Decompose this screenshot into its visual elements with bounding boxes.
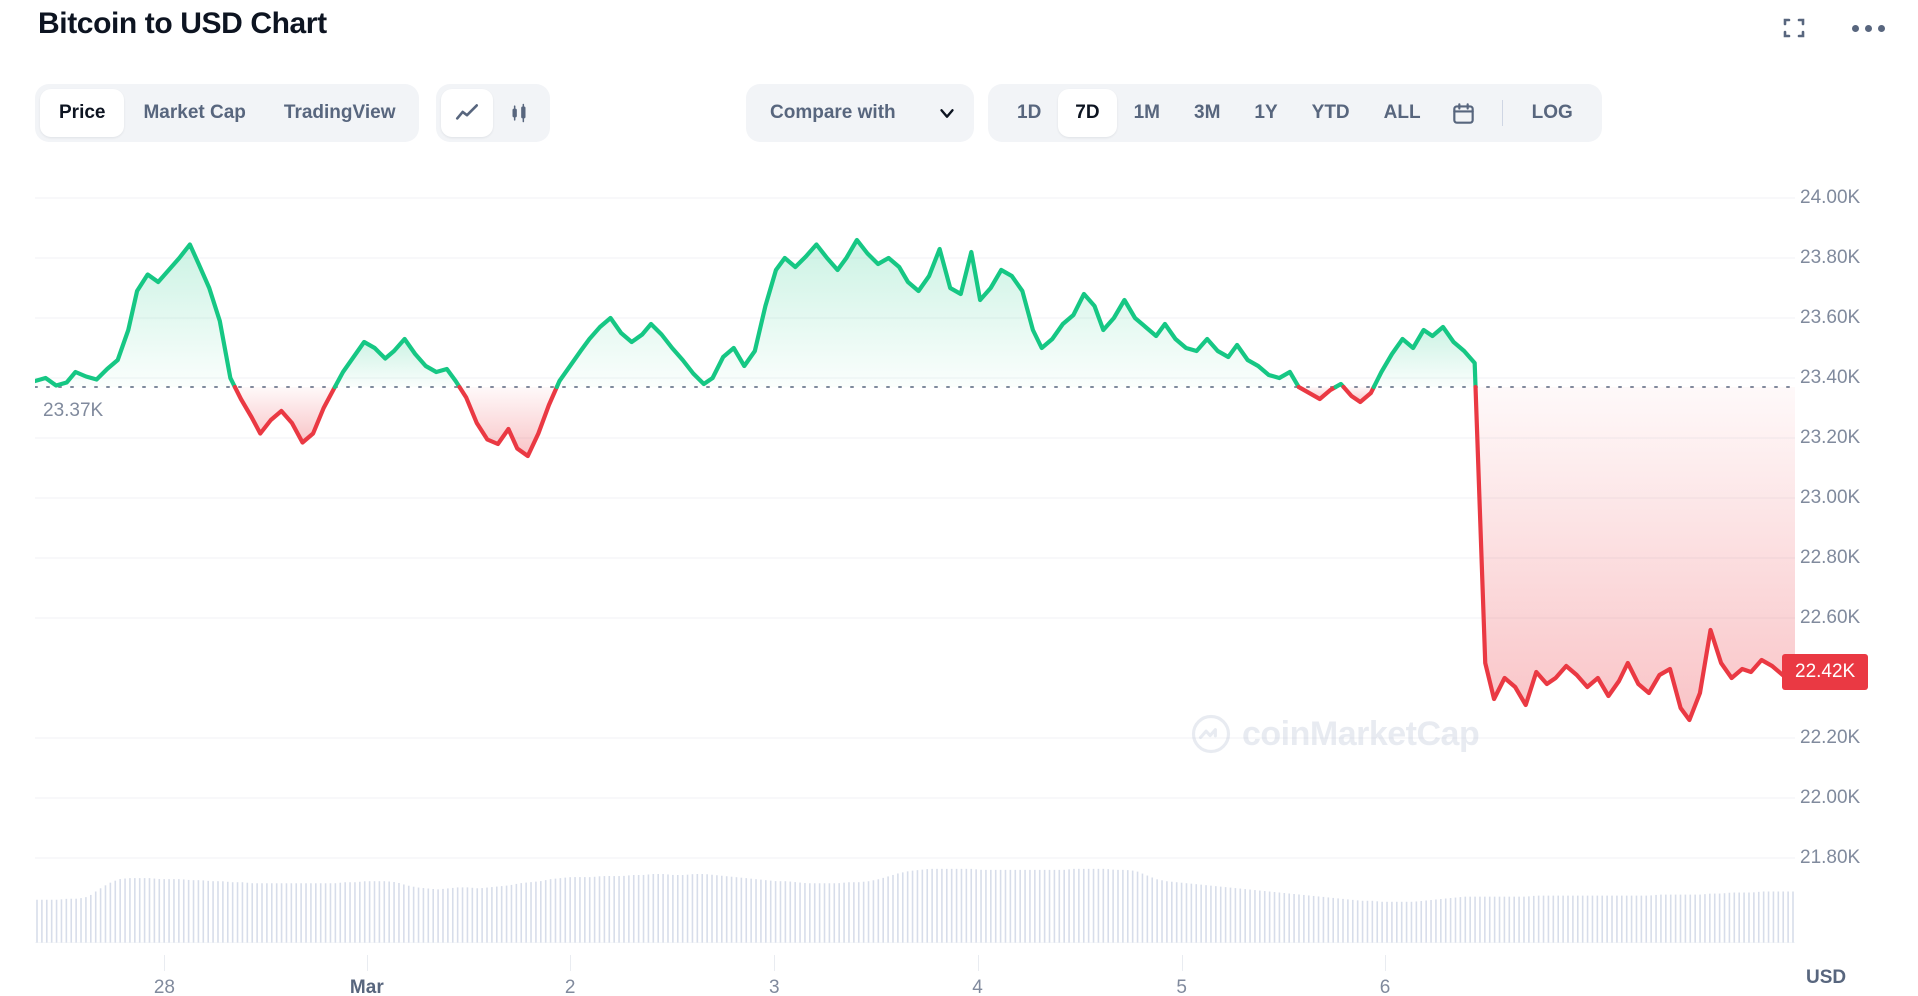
x-axis-tick: Mar [349,977,384,996]
y-axis-tick: 23.40K [1800,367,1861,388]
range-ytd[interactable]: YTD [1295,89,1367,137]
x-axis-tick-mark [1181,955,1183,971]
calendar-icon[interactable] [1438,89,1490,137]
x-axis-tick-mark [570,955,572,971]
page-header: Bitcoin to USD Chart [0,0,1918,62]
price-plot[interactable]: coinMarketCap 23.37K [35,168,1795,943]
x-axis-tick: 4 [972,977,983,996]
chart-toolbar: Price Market Cap TradingView Compare wit… [0,84,1918,146]
x-axis-tick-mark [774,955,776,971]
x-axis-tick-mark [164,955,166,971]
x-axis-tick: 28 [153,977,176,996]
more-options-icon[interactable] [1848,8,1888,48]
range-3m[interactable]: 3M [1177,89,1237,137]
y-axis-tick: 23.80K [1800,247,1861,268]
fullscreen-icon[interactable] [1774,8,1814,48]
page-title: Bitcoin to USD Chart [38,7,327,40]
x-axis-tick: 3 [768,977,780,996]
y-axis-tick: 22.60K [1800,607,1861,628]
x-axis-tick: 2 [564,977,576,996]
chart-container: coinMarketCap 23.37K 24.00K 23.80K 23.60K 23… [0,160,1918,996]
y-axis-tick: 24.00K [1800,187,1861,208]
line-chart-icon[interactable] [441,89,493,137]
y-axis-tick: 21.80K [1800,847,1861,868]
y-axis-labels: 24.00K 23.80K 23.60K 23.40K 23.20K 23.00K 22.8… [1782,168,1918,988]
range-all[interactable]: ALL [1367,89,1438,137]
compare-with-label[interactable]: Compare with [751,89,902,137]
header-actions [1774,8,1888,48]
y-axis-tick: 23.60K [1800,307,1861,328]
chart-tabs: Price Market Cap TradingView [35,84,420,142]
y-axis-tick: 23.20K [1800,427,1861,448]
x-axis-tick: 6 [1379,977,1391,996]
current-price-badge: 22.42K [1782,654,1869,690]
log-scale-button[interactable]: LOG [1515,89,1590,137]
tab-tradingview[interactable]: TradingView [265,89,415,137]
chevron-down-icon[interactable] [936,102,958,124]
range-1y[interactable]: 1Y [1237,89,1294,137]
tab-price[interactable]: Price [40,89,125,137]
x-axis-labels: 28 Mar 2 3 4 5 6 [35,955,1795,996]
y-axis-tick: 22.20K [1800,727,1861,748]
price-chart-svg[interactable] [35,168,1795,943]
reference-price-label: 23.37K [43,400,104,421]
candlestick-chart-icon[interactable] [493,89,545,137]
bitcoin-chart-page: Bitcoin to USD Chart Price Market Cap Tr… [0,0,1918,996]
range-7d[interactable]: 7D [1058,89,1117,137]
compare-with-dropdown[interactable]: Compare with [746,84,974,142]
chart-type-group [436,84,550,142]
time-range-group: 1D 7D 1M 3M 1Y YTD ALL LOG [988,84,1602,142]
range-1m[interactable]: 1M [1117,89,1177,137]
toolbar-divider [1501,100,1503,126]
y-axis-tick: 22.80K [1800,547,1861,568]
y-axis-tick: 23.00K [1800,487,1861,508]
x-axis-tick-mark [366,955,368,971]
x-axis-tick: 5 [1176,977,1188,996]
x-axis-tick-mark [1385,955,1386,971]
x-axis-tick-mark [977,955,979,971]
currency-label: USD [1806,967,1847,988]
range-1d[interactable]: 1D [1000,89,1058,137]
y-axis-tick: 22.00K [1800,787,1861,808]
tab-market-cap[interactable]: Market Cap [124,89,264,137]
